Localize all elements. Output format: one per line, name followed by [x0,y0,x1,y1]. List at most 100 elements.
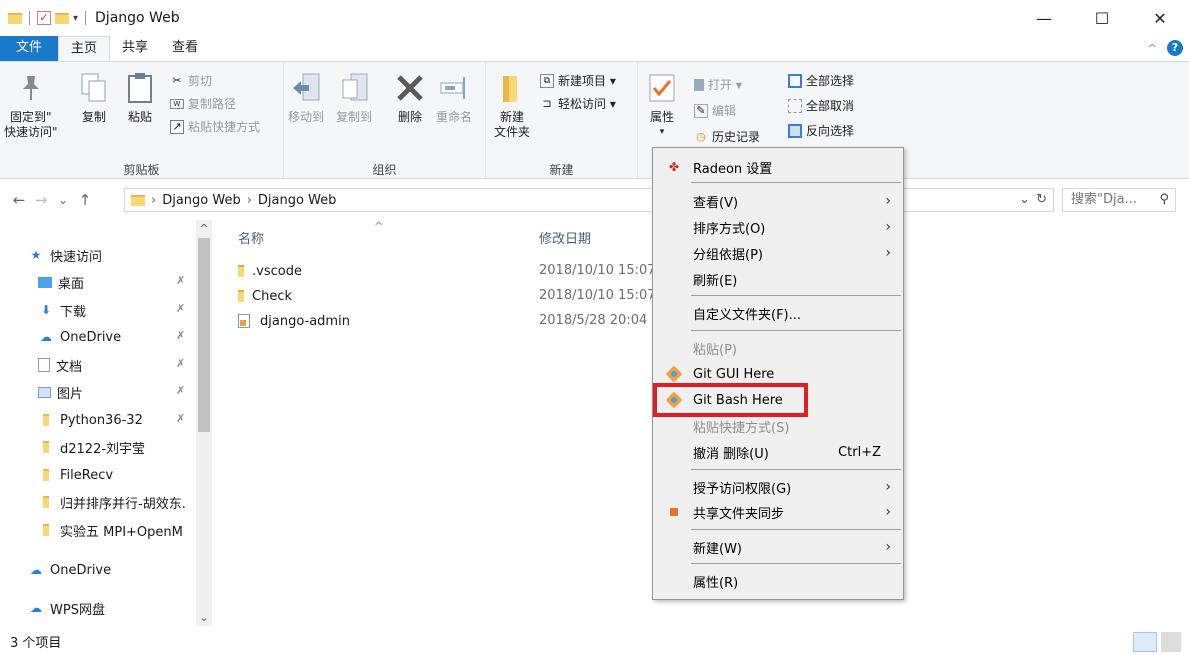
new-folder-icon[interactable] [55,12,69,24]
copy-label: 复制 [81,110,106,124]
menu-item-undo[interactable]: 撤消 删除(U) Ctrl+Z [653,440,903,464]
pin-icon[interactable]: ✗ [176,329,185,342]
nav-item-mergesort[interactable]: 归并排序并行-胡效东. [38,490,196,514]
pin-to-quick-access-button[interactable]: 固定到" 快速访问" [4,70,58,140]
edit-button[interactable]: ✎ 编辑 [694,102,736,119]
easy-access-button[interactable]: ⊐ 轻松访问 ▾ [540,95,616,112]
menu-item-give-access[interactable]: 授予访问权限(G) › [653,475,903,499]
properties-check-icon [646,70,678,106]
delete-button[interactable]: 删除 [394,70,426,125]
move-to-label: 移动到 [288,110,325,124]
invert-selection-button[interactable]: 反向选择 [788,122,854,139]
pin-icon[interactable]: ✗ [176,412,185,425]
address-bar[interactable]: › Django Web › Django Web ⌄ ↻ [124,188,1054,212]
cut-button[interactable]: ✂ 剪切 [170,72,212,89]
details-view-button[interactable] [1133,632,1157,652]
forward-arrow-icon[interactable]: → [30,191,52,209]
chevron-up-icon[interactable]: ^ [1148,42,1157,55]
menu-item-radeon[interactable]: ✤ Radeon 设置 [653,155,903,179]
file-row[interactable]: django-admin [238,310,350,332]
scrollbar-thumb[interactable] [198,238,210,432]
copy-to-button[interactable]: 复制到 [336,70,372,125]
nav-item-onedrive[interactable]: ☁ OneDrive [28,558,224,582]
large-icons-view-button[interactable] [1161,632,1181,652]
folder-icon [38,468,54,482]
new-item-button[interactable]: ⧉ 新建项目 ▾ [540,72,616,89]
cloud-icon: ☁ [30,563,42,577]
easy-access-label: 轻松访问 ▾ [558,97,616,111]
rename-label: 重命名 [436,110,473,124]
nav-item-wps-cloud[interactable]: ☁ WPS网盘 [28,596,224,620]
pin-icon[interactable]: ✗ [176,302,185,315]
pin-icon[interactable]: ✗ [176,384,185,397]
refresh-icon[interactable]: ↻ [1036,189,1047,211]
tab-view[interactable]: 查看 [160,36,210,62]
scroll-up-arrow-icon[interactable]: ^ [196,222,212,235]
move-to-button[interactable]: 移动到 [288,70,324,125]
new-folder-icon [496,70,528,106]
menu-item-shortcut: Ctrl+Z [838,444,881,460]
select-all-button[interactable]: 全部选择 [788,72,854,89]
recent-locations-chevron-icon[interactable]: ⌄ [52,193,74,207]
scroll-down-arrow-icon[interactable]: ⌄ [196,611,212,624]
navigation-pane-scrollbar[interactable]: ^ ⌄ [196,220,212,626]
history-button[interactable]: ◷ 历史记录 [694,128,760,145]
nav-item-quick-access[interactable]: ★ 快速访问 [28,243,224,267]
properties-check-icon[interactable]: ✓ [37,11,51,25]
folder-icon [38,495,54,509]
maximize-button[interactable]: ☐ [1073,0,1131,36]
copy-path-icon: W [170,98,184,109]
menu-item-group[interactable]: 分组依据(P) › [653,241,903,265]
menu-item-paste-shortcut[interactable]: 粘贴快捷方式(S) [653,414,903,438]
menu-item-paste[interactable]: 粘贴(P) [653,336,903,360]
breadcrumb-item[interactable]: Django Web [258,193,337,208]
menu-item-customize[interactable]: 自定义文件夹(F)... [653,301,903,325]
menu-item-new[interactable]: 新建(W) › [653,535,903,559]
column-header-date[interactable]: 修改日期 [539,228,591,247]
menu-item-properties[interactable]: 属性(R) [653,569,903,593]
copy-button[interactable]: 复制 [78,70,110,125]
nav-item-mpi[interactable]: 实验五 MPI+OpenM [38,518,196,542]
select-none-label: 全部取消 [806,99,855,113]
tab-home[interactable]: 主页 [58,36,111,62]
properties-button[interactable]: 属性 ▾ [646,70,678,140]
close-button[interactable]: ✕ [1131,0,1189,36]
up-arrow-icon[interactable]: ↑ [74,191,96,209]
invert-selection-label: 反向选择 [806,124,855,138]
pictures-icon [38,386,51,398]
back-arrow-icon[interactable]: ← [8,191,30,209]
submenu-chevron-icon: › [885,219,891,235]
nav-item-label: OneDrive [60,329,122,345]
minimize-button[interactable]: — [1015,0,1073,36]
new-folder-button[interactable]: 新建 文件夹 [494,70,530,140]
paste-shortcut-button[interactable]: ↗ 粘贴快捷方式 [170,118,260,135]
menu-item-refresh[interactable]: 刷新(E) [653,267,903,291]
pin-icon[interactable]: ✗ [176,357,185,370]
submenu-chevron-icon: › [885,193,891,209]
menu-item-share-sync[interactable]: 共享文件夹同步 › [653,500,903,524]
cut-label: 剪切 [188,74,213,88]
file-row[interactable]: Check [238,285,292,307]
menu-item-view[interactable]: 查看(V) › [653,189,903,213]
breadcrumb-item[interactable]: Django Web [162,193,241,208]
copy-path-button[interactable]: W 复制路径 [170,95,236,112]
file-row[interactable]: .vscode [238,260,302,282]
column-header-name[interactable]: 名称 [238,228,264,247]
address-dropdown-chevron-icon[interactable]: ⌄ [1019,189,1030,211]
tab-share[interactable]: 共享 [110,36,160,62]
help-icon[interactable]: ? [1167,40,1183,56]
open-button[interactable]: 打开 ▾ [694,76,742,93]
menu-separator [691,563,901,564]
file-icon [238,314,250,328]
chevron-down-icon[interactable]: ▾ [73,13,78,24]
pin-icon[interactable]: ✗ [176,274,185,287]
file-name: .vscode [252,263,302,279]
menu-item-sort[interactable]: 排序方式(O) › [653,215,903,239]
select-none-button[interactable]: 全部取消 [788,97,854,114]
new-item-label: 新建项目 ▾ [558,74,616,88]
paste-button[interactable]: 粘贴 [124,70,156,125]
rename-button[interactable]: 重命名 [436,70,472,125]
clipboard-group: 固定到" 快速访问" 复制 粘贴 ✂ 剪切 W 复制路径 ↗ 粘贴快捷方式 剪贴… [0,62,284,180]
tab-file[interactable]: 文件 [0,36,59,62]
search-input[interactable]: 搜索"Dja... ⚲ [1062,188,1176,212]
